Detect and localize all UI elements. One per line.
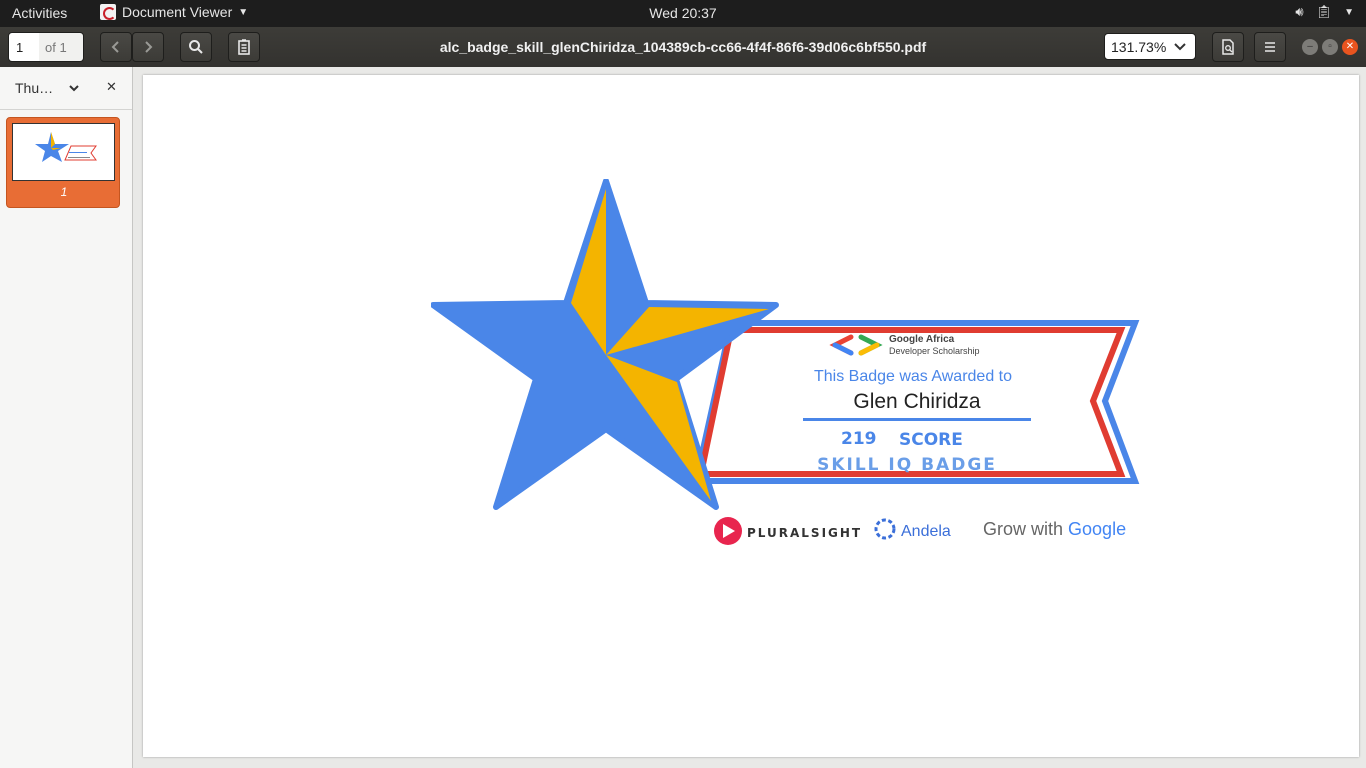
sidebar-header: Thu… ✕ bbox=[0, 67, 132, 110]
google-wordmark: Google bbox=[1068, 519, 1126, 539]
system-top-bar: Activities Document Viewer ▼ Wed 20:37 🔊… bbox=[0, 0, 1366, 27]
sponsor-pluralsight: PLURALSIGHT bbox=[747, 526, 862, 540]
chevron-down-icon bbox=[1174, 43, 1186, 51]
recipient-underline bbox=[803, 418, 1031, 421]
sponsor-andela: Andela bbox=[901, 523, 951, 540]
thumbnail-badge-image bbox=[35, 132, 97, 162]
badge-type: SKILL IQ BADGE bbox=[817, 455, 997, 475]
maximize-button[interactable]: ▫ bbox=[1322, 39, 1338, 55]
badge-org-line1: Google Africa bbox=[889, 334, 955, 345]
badge-score-label: SCORE bbox=[899, 430, 963, 450]
header-bar: 1 of 1 alc_badge_skill_glenChiridza_1043… bbox=[0, 27, 1366, 67]
close-window-button[interactable]: ✕ bbox=[1342, 39, 1358, 55]
menu-button[interactable] bbox=[1254, 32, 1286, 62]
grow-with-prefix: Grow with bbox=[983, 519, 1068, 539]
pdf-page: Google Africa Developer Scholarship This… bbox=[143, 75, 1359, 757]
thumbnail-page-label: 1 bbox=[60, 185, 68, 199]
hamburger-menu-icon bbox=[1265, 42, 1275, 52]
badge-awarded-text: This Badge was Awarded to bbox=[814, 368, 1012, 385]
clock[interactable]: Wed 20:37 bbox=[0, 5, 1366, 21]
volume-icon[interactable]: 🔊︎ bbox=[1295, 4, 1303, 20]
close-sidebar-button[interactable]: ✕ bbox=[106, 79, 117, 95]
system-tray[interactable]: 🔊︎ 📋︎ ▼ bbox=[1295, 4, 1354, 20]
badge-score-value: 219 bbox=[841, 429, 877, 449]
andela-logo-icon bbox=[874, 518, 896, 540]
badge-org-line2: Developer Scholarship bbox=[889, 346, 980, 356]
page-thumbnail[interactable]: 1 bbox=[6, 117, 120, 208]
google-developers-logo bbox=[829, 334, 883, 356]
sponsor-grow-with-google: Grow with Google bbox=[983, 519, 1126, 539]
zoom-selector[interactable]: 131.73% bbox=[1104, 33, 1196, 60]
minimize-button[interactable]: – bbox=[1302, 39, 1318, 55]
caret-down-icon[interactable]: ▼ bbox=[1344, 4, 1354, 20]
skill-badge-image: Google Africa Developer Scholarship This… bbox=[431, 179, 1140, 545]
document-view[interactable]: Google Africa Developer Scholarship This… bbox=[134, 67, 1366, 768]
thumbnail-preview bbox=[12, 123, 115, 181]
thumbnails-sidebar: Thu… ✕ 1 bbox=[0, 67, 133, 768]
chevron-down-icon[interactable] bbox=[68, 82, 80, 94]
zoom-value: 131.73% bbox=[1111, 39, 1167, 55]
sidebar-mode-label[interactable]: Thu… bbox=[15, 80, 53, 96]
badge-recipient: Glen Chiridza bbox=[853, 390, 981, 413]
print-button[interactable] bbox=[1212, 32, 1244, 62]
document-search-icon bbox=[1222, 39, 1234, 55]
clipboard-icon[interactable]: 📋︎ bbox=[1316, 4, 1333, 20]
